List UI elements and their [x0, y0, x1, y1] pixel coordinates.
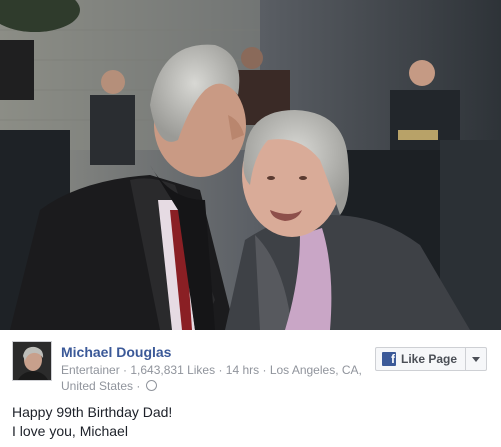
meta-separator: · [133, 379, 144, 393]
meta-separator: · [259, 363, 270, 377]
avatar[interactable] [12, 341, 52, 381]
like-page-dropdown-button[interactable] [466, 348, 486, 370]
message-line: Happy 99th Birthday Dad! [12, 404, 173, 420]
post-timestamp[interactable]: 14 hrs [226, 363, 259, 377]
post-photo[interactable] [0, 0, 501, 330]
message-line: I love you, Michael [12, 423, 128, 439]
avatar-image [13, 342, 51, 380]
globe-icon [145, 380, 157, 391]
like-page-button-group: f Like Page [375, 347, 487, 371]
meta-separator: · [215, 363, 226, 377]
page-likes-count: 1,643,831 Likes [130, 363, 216, 377]
post-meta: Entertainer · 1,643,831 Likes · 14 hrs ·… [61, 362, 381, 394]
like-page-button[interactable]: f Like Page [376, 348, 465, 370]
photo-illustration [0, 0, 501, 330]
facebook-f-icon: f [382, 352, 396, 366]
page-category: Entertainer [61, 363, 120, 377]
facebook-post-card: Michael Douglas Entertainer · 1,643,831 … [0, 0, 501, 447]
author-name-link[interactable]: Michael Douglas [61, 344, 171, 360]
like-page-label: Like Page [401, 352, 458, 366]
meta-separator: · [119, 363, 131, 377]
chevron-down-icon [472, 356, 480, 362]
post-message: Happy 99th Birthday Dad! I love you, Mic… [12, 403, 482, 441]
